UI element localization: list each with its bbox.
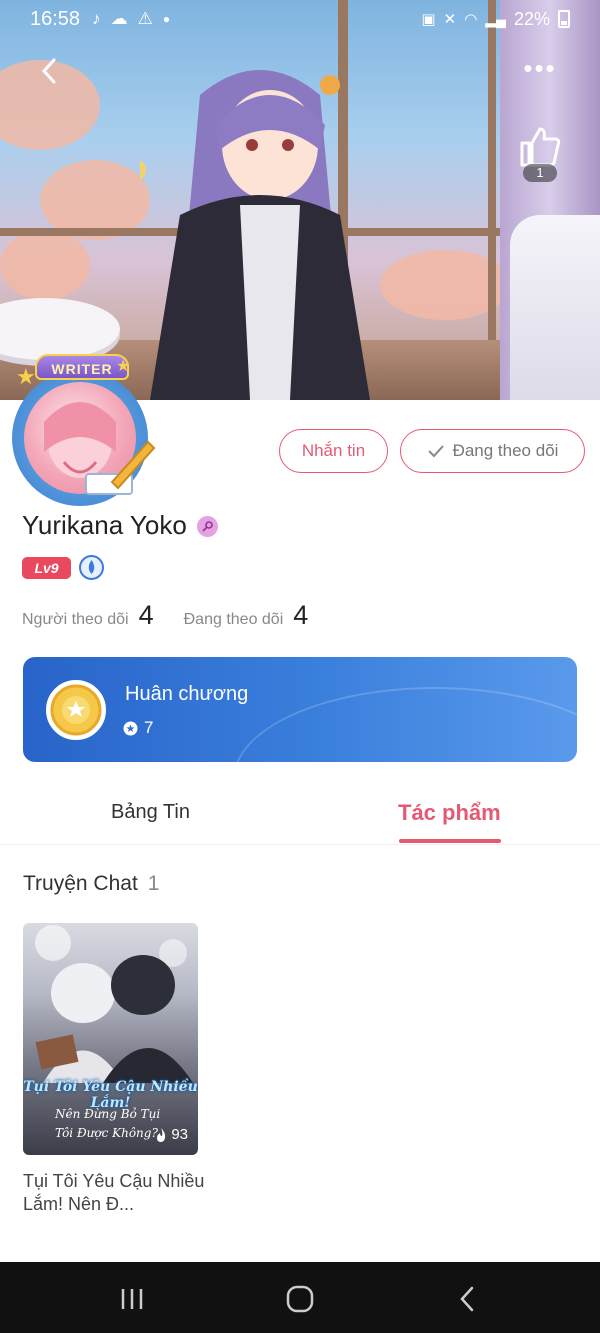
water-drop-badge-icon <box>79 555 104 580</box>
followers-count[interactable]: 4 <box>139 600 154 631</box>
writer-badge: WRITER <box>35 354 129 380</box>
tab-feed[interactable]: Bảng Tin <box>111 801 190 824</box>
recent-apps-icon[interactable] <box>118 1284 148 1314</box>
mute-icon: ✕ <box>443 11 457 28</box>
following-count[interactable]: 4 <box>293 600 308 631</box>
following-button-label: Đang theo dõi <box>452 441 559 460</box>
section-title: Truyện Chat 1 <box>23 872 159 896</box>
system-nav-bar <box>0 1262 600 1333</box>
story-views-count: 93 <box>171 1126 188 1143</box>
key-badge-icon <box>197 516 218 537</box>
message-button[interactable]: Nhắn tin <box>279 429 388 473</box>
dot-icon: ● <box>162 12 171 26</box>
battery-percent: 22% <box>513 8 550 29</box>
story-cover[interactable]: Tụi Tôi Yêu Cậu Nhiều Lắm! Nên Đừng Bỏ T… <box>23 923 198 1155</box>
home-icon[interactable] <box>285 1284 315 1314</box>
medal-card[interactable]: Huân chương 7 <box>23 657 577 762</box>
story-cover-subtitle-2: Tôi Được Không? <box>55 1126 158 1140</box>
pen-book-icon <box>85 440 156 495</box>
medal-title: Huân chương <box>125 683 249 705</box>
back-icon[interactable] <box>453 1284 483 1314</box>
character-illustration <box>140 70 370 400</box>
following-label[interactable]: Đang theo dõi <box>184 611 284 629</box>
storage-icon: ▣ <box>421 11 436 28</box>
profile-tabs: Bảng Tin Tác phẩm <box>0 785 600 845</box>
like-count: 1 <box>523 164 557 182</box>
avatar[interactable]: WRITER ★ ★ <box>2 352 162 506</box>
star-icon: ★ <box>116 358 131 375</box>
star-icon: ★ <box>16 364 36 389</box>
battery-icon <box>558 10 570 28</box>
section-count: 1 <box>147 872 160 895</box>
story-cover-subtitle-1: Nên Đừng Bỏ Tụi <box>55 1107 161 1121</box>
status-bar: 16:58 ♪ ☁ ⚠ ● ▣ ✕ ◠ ▂▄ 22% <box>0 0 600 38</box>
medal-count: 7 <box>123 718 153 738</box>
story-title[interactable]: Tụi Tôi Yêu Cậu Nhiều Lắm! Nên Đ... <box>23 1170 208 1216</box>
medal-icon <box>46 680 106 740</box>
status-time: 16:58 <box>30 7 81 30</box>
section-title-label: Truyện Chat <box>23 872 138 895</box>
tab-works[interactable]: Tác phẩm <box>398 800 501 826</box>
back-arrow-icon[interactable] <box>34 56 64 86</box>
medal-count-value: 7 <box>144 718 154 737</box>
alert-icon: ⚠ <box>137 9 153 28</box>
follow-stats: Người theo dõi 4 Đang theo dõi 4 <box>22 600 338 631</box>
medal-small-icon <box>123 721 138 735</box>
more-options-icon[interactable]: ••• <box>522 55 558 82</box>
weather-icon: ☁ <box>110 9 128 28</box>
wifi-icon: ◠ <box>464 11 478 28</box>
fire-icon <box>157 1127 166 1142</box>
following-button[interactable]: Đang theo dõi <box>400 429 585 473</box>
active-tab-indicator <box>399 839 501 843</box>
profile-name: Yurikana Yoko <box>22 510 187 540</box>
level-badge: Lv9 <box>22 557 71 579</box>
profile-cover-image <box>0 0 600 400</box>
check-icon <box>427 445 444 458</box>
followers-label[interactable]: Người theo dõi <box>22 611 129 629</box>
tiktok-icon: ♪ <box>92 9 101 28</box>
signal-icon: ▂▄ <box>485 10 506 27</box>
message-button-label: Nhắn tin <box>301 441 366 460</box>
story-views: 93 <box>154 1126 188 1143</box>
